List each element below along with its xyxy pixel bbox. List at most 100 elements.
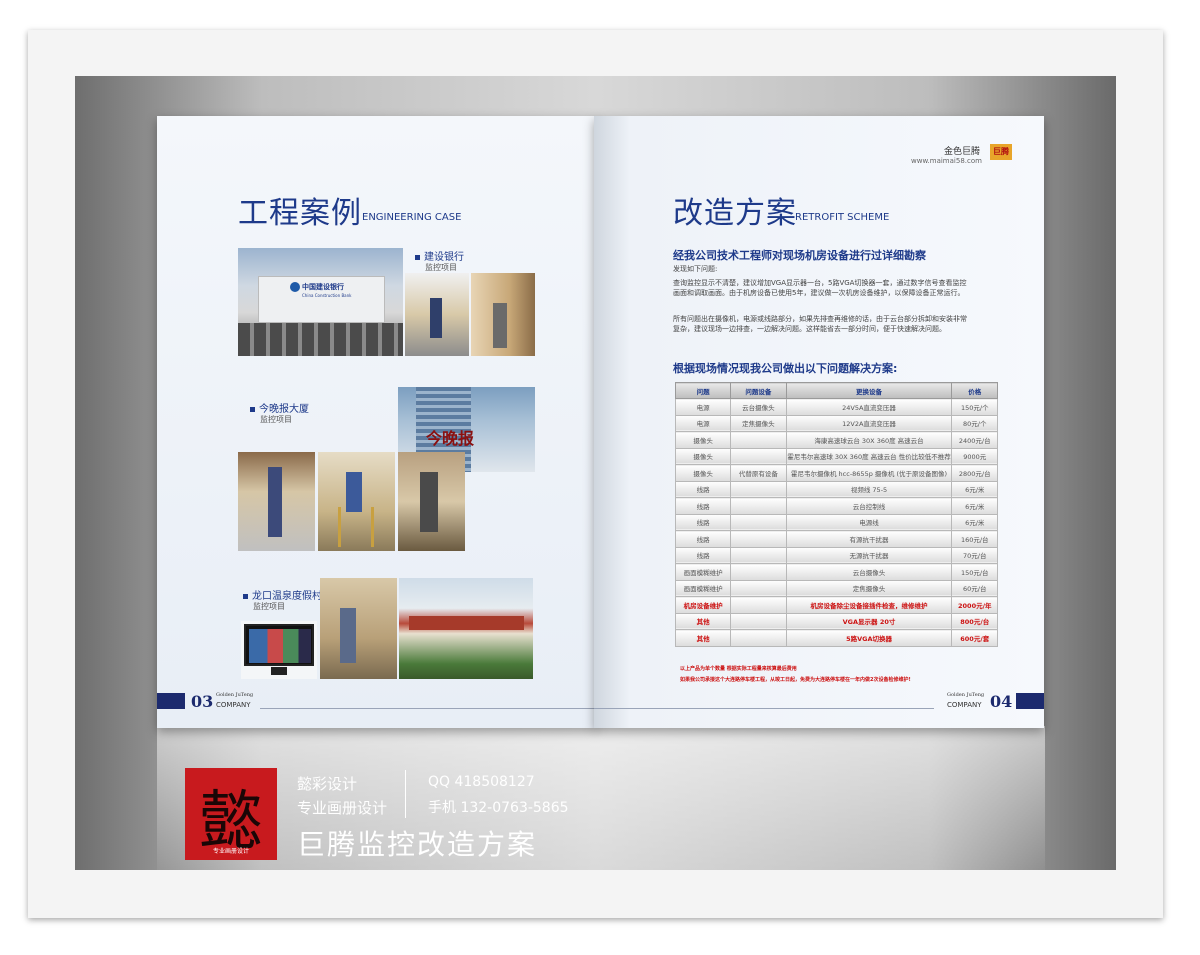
worker-stepladder-photo — [318, 452, 395, 551]
project-1-sub: 监控项目 — [425, 263, 457, 272]
table-cell — [730, 530, 787, 548]
table-cell: 600元/套 — [951, 629, 998, 647]
table-row: 摄像头 霍尼韦尔高速球 30X 360度 高速云台 性价比较低不推荐 9000元 — [674, 447, 998, 465]
table-body: 电源 云台摄像头 24V5A直流变压器 150元/个 电源 定焦摄像头 12V2A直流变压器… — [674, 398, 998, 647]
table-cell: 6元/米 — [951, 497, 998, 515]
bank-building-photo: 中国建设银行 China Construction Bank — [238, 248, 403, 356]
right-footer-line — [594, 708, 934, 709]
table-cell: 云台摄像头 — [730, 398, 787, 416]
promo-line-2: 专业画册设计 — [297, 799, 388, 817]
table-cell: 150元/个 — [951, 398, 998, 416]
promo-divider — [405, 770, 406, 818]
worker-figure — [430, 298, 442, 338]
table-cell — [730, 497, 787, 515]
table-cell: 80元/个 — [951, 414, 998, 432]
table-cell: 云台摄像头 — [785, 563, 953, 581]
table-cell: 有源抗干扰器 — [785, 530, 953, 548]
table-cell: 摄像头 — [674, 447, 732, 465]
bank-windows — [238, 323, 403, 356]
right-title: 改造方案 — [673, 196, 797, 231]
project-2-label: 今晚报大厦 — [250, 400, 309, 415]
table-cell: 60元/台 — [951, 579, 998, 597]
table-cell: 6元/米 — [951, 513, 998, 531]
table-cell: 线路 — [674, 480, 732, 498]
table-cell — [730, 612, 787, 630]
right-footer-brand-1: Golden — [947, 692, 965, 698]
table-cell: 摄像头 — [674, 431, 732, 449]
note-2: 如果我公司承接这个大连路停车楼工程，从竣工日起，免费为大连路停车楼在一年内做2次… — [680, 677, 911, 683]
solution-heading: 根据现场情况现我公司做出以下问题解决方案: — [673, 362, 898, 375]
table-cell: 霍尼韦尔高速球 30X 360度 高速云台 性价比较低不推荐 — [785, 447, 953, 465]
table-cell: 2800元/台 — [951, 464, 998, 482]
table-row: 画面模糊维护 定焦摄像头 60元/台 — [674, 579, 998, 597]
camera-grid — [249, 629, 311, 663]
table-cell: 电源 — [674, 398, 732, 416]
bank-sign-cn: 中国建设银行 — [302, 283, 344, 291]
right-page-number: 04 — [990, 692, 1013, 711]
promo-qq: QQ 418508127 — [428, 774, 535, 790]
project-3-label: 龙口温泉度假村 — [243, 587, 322, 602]
monitor-stand — [271, 667, 287, 675]
table-row: 摄像头 代替原有设备 霍尼韦尔摄像机 hcc-8655p 摄像机 (优于原设备图像)… — [674, 464, 998, 482]
table-cell: 海康高速球云台 30X 360度 高速云台 — [785, 431, 953, 449]
right-footer-company: COMPANY — [947, 701, 982, 709]
floor-reflection — [157, 726, 1045, 870]
monitor-photo — [241, 621, 317, 679]
table-cell — [730, 431, 787, 449]
left-footer-brand-2: JuTeng — [235, 692, 254, 698]
th-replacement: 更换设备 — [785, 382, 953, 399]
left-title-en: ENGINEERING CASE — [362, 212, 462, 223]
left-title: 工程案例 — [238, 196, 362, 231]
note-1: 以上产品为单个数量 根据实际工程量来核算最后费用 — [680, 666, 797, 672]
worker-figure — [346, 472, 362, 512]
table-cell — [730, 596, 787, 614]
table-cell: 2400元/台 — [951, 431, 998, 449]
paragraph-1: 查询监控显示不清楚，建议增加VGA显示器一台，5路VGA切换器一套，通过数字信号… — [673, 279, 967, 297]
table-cell: 定焦摄像头 — [785, 579, 953, 597]
promo-line-1: 懿彩设计 — [297, 775, 358, 793]
right-footer-bar — [1016, 693, 1044, 709]
table-cell: 线路 — [674, 530, 732, 548]
table-cell: 电源线 — [785, 513, 953, 531]
bank-sign-en: China Construction Bank — [302, 293, 352, 298]
th-problem: 问题 — [674, 382, 732, 399]
worker-figure — [268, 467, 282, 537]
table-cell: 电源 — [674, 414, 732, 432]
table-cell: 代替原有设备 — [730, 464, 787, 482]
th-device: 问题设备 — [730, 382, 787, 399]
project-1-label: 建设银行 — [415, 248, 464, 263]
table-row: 其他 5路VGA切换器 600元/套 — [674, 629, 998, 647]
table-cell: 12V2A直流变压器 — [785, 414, 953, 432]
table-cell: 霍尼韦尔摄像机 hcc-8655p 摄像机 (优于原设备图像) — [785, 464, 953, 482]
worker-wall-photo — [471, 273, 535, 356]
project-3-sub: 监控项目 — [253, 602, 285, 611]
table-cell: 6元/米 — [951, 480, 998, 498]
table-row: 线路 有源抗干扰器 160元/台 — [674, 530, 998, 548]
solution-table: 问题 问题设备 更换设备 价格 电源 云台摄像头 24V5A直流变压器 150元/个电… — [674, 382, 998, 647]
left-footer-company: COMPANY — [216, 701, 251, 709]
ladder — [338, 507, 374, 547]
table-cell: 24V5A直流变压器 — [785, 398, 953, 416]
table-cell — [730, 563, 787, 581]
worker-ladder-photo — [405, 273, 469, 356]
table-row: 摄像头 海康高速球云台 30X 360度 高速云台 2400元/台 — [674, 431, 998, 449]
table-row: 机房设备维护 机房设备除尘设备接插件检查，维修维护 2000元/年 — [674, 596, 998, 614]
table-cell: 9000元 — [951, 447, 998, 465]
bank-logo-icon — [290, 282, 300, 292]
table-row: 电源 云台摄像头 24V5A直流变压器 150元/个 — [674, 398, 998, 416]
table-cell: 5路VGA切换器 — [785, 629, 953, 647]
table-row: 画面模糊维护 云台摄像头 150元/台 — [674, 563, 998, 581]
table-row: 电源 定焦摄像头 12V2A直流变压器 80元/个 — [674, 414, 998, 432]
worker-figure — [340, 608, 356, 663]
left-footer-bar — [157, 693, 185, 709]
survey-heading: 经我公司技术工程师对现场机房设备进行过详细勘察 — [673, 249, 926, 262]
worker-ceiling-photo — [238, 452, 315, 551]
left-footer-brand-1: Golden — [216, 692, 234, 698]
table-cell: 摄像头 — [674, 464, 732, 482]
left-page-number: 03 — [191, 692, 214, 711]
table-cell: 画面模糊维护 — [674, 579, 732, 597]
table-cell: 机房设备除尘设备接插件检查，维修维护 — [785, 596, 953, 614]
monitor-screen — [244, 624, 314, 666]
brand-name: 金色巨腾 — [944, 147, 981, 157]
table-cell: 160元/台 — [951, 530, 998, 548]
